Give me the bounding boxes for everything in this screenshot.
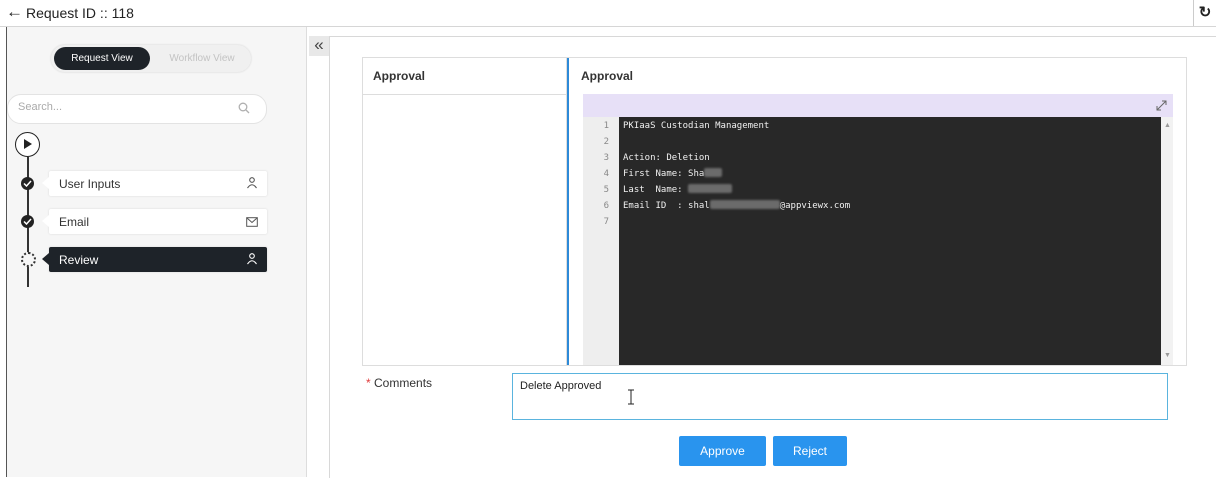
expand-icon[interactable]: [1156, 98, 1167, 116]
search-box: [7, 94, 267, 124]
tab-label: Approval: [373, 69, 426, 83]
code-line: Last Name:: [623, 182, 733, 198]
line-number: 5: [603, 185, 609, 195]
redacted-text: [704, 168, 723, 177]
tab-approval[interactable]: Approval: [363, 58, 566, 95]
step-label: User Inputs: [59, 177, 121, 191]
page-title: Request ID :: 118: [26, 5, 134, 21]
line-number: 7: [603, 217, 609, 227]
line-number: 2: [603, 137, 609, 147]
view-toggle: Request View Workflow View: [51, 45, 251, 72]
code-line: PKIaaS Custodian Management: [623, 118, 769, 134]
form-tabs: Approval: [363, 58, 567, 365]
comments-value: Delete Approved: [520, 380, 602, 392]
code-line: Email ID : shal @appviewx.com: [623, 198, 850, 214]
envelope-icon: [246, 214, 258, 232]
step-complete-check-icon: [21, 215, 34, 228]
workflow-view-tab[interactable]: Workflow View: [155, 47, 249, 70]
approval-card: Approval Approval 1 2 3 4 5 6 7 PKIaaS C…: [362, 57, 1187, 366]
code-text: Action: Deletion: [623, 153, 710, 163]
code-text: First Name: Sha: [623, 169, 705, 179]
line-number: 3: [603, 153, 609, 163]
panel-title: Approval: [581, 69, 634, 83]
line-number-gutter: 1 2 3 4 5 6 7: [583, 117, 619, 365]
user-icon: [246, 176, 258, 194]
text-cursor-icon: [627, 389, 635, 410]
top-bar: ← Request ID :: 118 ↻: [0, 0, 1216, 27]
step-complete-check-icon: [21, 177, 34, 190]
code-line: First Name: Sha: [623, 166, 723, 182]
line-number: 1: [603, 121, 609, 131]
scroll-down-icon[interactable]: ▼: [1164, 352, 1171, 359]
step-pending-icon: [21, 252, 36, 267]
code-text: PKIaaS Custodian Management: [623, 121, 770, 131]
code-text: @appviewx.com: [779, 201, 851, 211]
step-user-inputs[interactable]: User Inputs: [42, 171, 267, 196]
required-marker: *: [366, 376, 371, 390]
editor-content[interactable]: PKIaaS Custodian Management Action: Dele…: [619, 117, 1161, 365]
step-review[interactable]: Review: [42, 247, 267, 272]
redacted-text: [709, 200, 780, 209]
code-text: Last Name:: [623, 185, 689, 195]
search-icon[interactable]: [238, 101, 250, 119]
play-icon[interactable]: [15, 132, 40, 157]
redacted-text: [688, 184, 733, 193]
refresh-icon[interactable]: ↻: [1193, 0, 1216, 26]
approve-button[interactable]: Approve: [679, 436, 766, 466]
scroll-up-icon[interactable]: ▲: [1164, 122, 1171, 129]
comments-label: * Comments: [366, 376, 432, 390]
code-editor[interactable]: 1 2 3 4 5 6 7 PKIaaS Custodian Managemen…: [583, 117, 1173, 365]
code-line: Action: Deletion: [623, 150, 710, 166]
request-view-tab[interactable]: Request View: [54, 47, 150, 70]
code-text: Email ID : shal: [623, 201, 710, 211]
step-label: Email: [59, 215, 90, 229]
workflow-sidebar: Request View Workflow View User Inputs E…: [6, 27, 307, 477]
comments-label-text: Comments: [374, 376, 433, 390]
collapse-sidebar-icon[interactable]: «: [309, 36, 329, 56]
step-label: Review: [59, 253, 99, 267]
editor-scrollbar[interactable]: ▲ ▼: [1161, 117, 1173, 365]
comments-field[interactable]: Delete Approved: [512, 373, 1168, 420]
line-number: 4: [603, 169, 609, 179]
arrow-left-icon[interactable]: ←: [6, 2, 23, 22]
search-input[interactable]: [16, 100, 220, 114]
line-number: 6: [603, 201, 609, 211]
editor-toolbar: [583, 94, 1173, 117]
reject-button[interactable]: Reject: [773, 436, 847, 466]
step-email[interactable]: Email: [42, 209, 267, 234]
user-icon: [246, 252, 258, 270]
